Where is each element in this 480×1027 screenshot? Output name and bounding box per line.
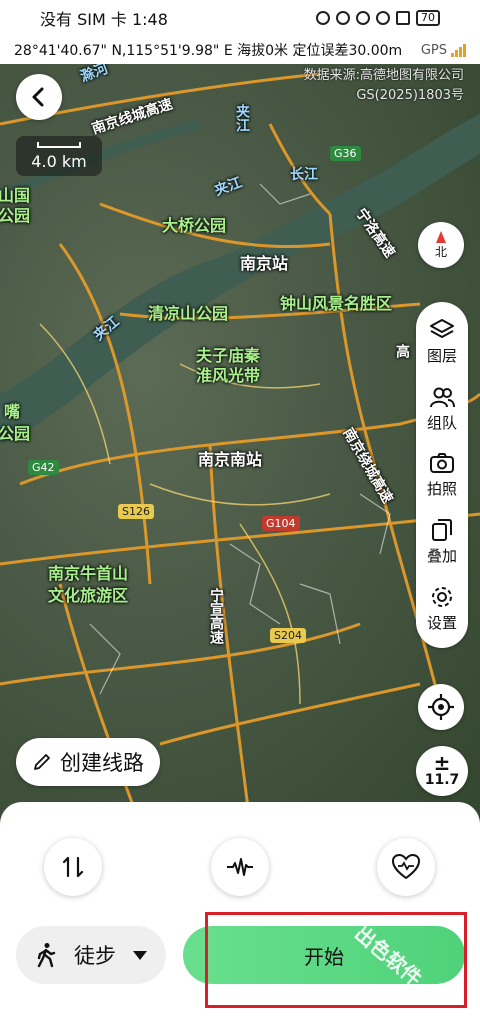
gear-icon xyxy=(431,587,452,608)
map-label-niushou-line1: 南京牛首山 xyxy=(48,564,129,583)
pencil-icon xyxy=(34,754,50,770)
mode-label: 徒步 xyxy=(73,944,116,968)
location-icon xyxy=(356,11,370,25)
north-arrow-icon xyxy=(436,230,446,243)
map-label-edge-3: 嘴 xyxy=(4,402,21,421)
map-scale: 4.0 km xyxy=(16,136,102,176)
status-carrier-time: 没有 SIM 卡 1:48 xyxy=(40,10,168,29)
gps-indicator: GPS xyxy=(421,43,466,58)
team-button[interactable]: 组队 xyxy=(427,384,457,433)
map-tools-panel: 图层 组队 拍照 叠加 设置 xyxy=(416,302,468,648)
zoom-button[interactable]: ± 11.7 xyxy=(416,746,468,796)
road-badge-g104: G104 xyxy=(262,516,300,531)
plus-minus-icon: ± xyxy=(433,751,451,775)
create-route-button[interactable]: 创建线路 xyxy=(16,738,160,786)
activity-button[interactable] xyxy=(211,838,269,896)
map-label-gao: 高 xyxy=(394,344,410,358)
walking-icon xyxy=(37,943,55,968)
map-label-fuzimiao-line2: 淮风光带 xyxy=(196,366,261,385)
settings-label: 设置 xyxy=(426,614,457,633)
swap-vertical-icon xyxy=(62,856,84,878)
photo-button[interactable]: 拍照 xyxy=(427,450,457,499)
map-label-edge-2: 公园 xyxy=(0,206,31,225)
road-badge-g36: G36 xyxy=(330,146,361,161)
road-badge-s204: S204 xyxy=(270,628,306,643)
map-credit: 数据来源:高德地图有限公司 GS(2025)1803号 xyxy=(304,66,464,106)
dropdown-arrow-icon xyxy=(133,950,148,960)
coordinate-readout: 28°41'40.67" N,115°51'9.98" E 海拔0米 定位误差3… xyxy=(14,43,403,59)
status-bar: 没有 SIM 卡 1:48 70 xyxy=(0,0,480,36)
eye-icon xyxy=(316,11,330,25)
battery-level: 70 xyxy=(416,10,440,26)
map-view[interactable]: 滁河 南京线城高速 夹江 夹江 长江 大桥公园 宁洛高速 南京站 钟山风景名胜区… xyxy=(0,64,480,824)
scale-label: 4.0 km xyxy=(31,151,87,171)
map-label-qingliang-park: 清凉山公园 xyxy=(148,304,229,323)
waveform-icon xyxy=(227,858,253,876)
road-badge-s126: S126 xyxy=(118,504,154,519)
map-label-ningxuan: 宁宣高速 xyxy=(208,588,224,644)
highlight-box xyxy=(205,912,467,1008)
create-route-label: 创建线路 xyxy=(60,751,144,775)
swap-direction-button[interactable] xyxy=(44,838,102,896)
map-label-nanjing-south: 南京南站 xyxy=(198,450,263,469)
overlay-label: 叠加 xyxy=(426,547,457,566)
back-button[interactable] xyxy=(16,74,62,120)
map-credit-line1: 数据来源:高德地图有限公司 xyxy=(303,68,464,83)
map-label-niushou-line2: 文化旅游区 xyxy=(48,586,129,605)
mode-selector[interactable]: 徒步 xyxy=(16,926,166,984)
settings-button[interactable]: 设置 xyxy=(427,584,457,633)
map-label-nanjing-station: 南京站 xyxy=(240,254,289,273)
map-credit-line2: GS(2025)1803号 xyxy=(356,88,464,103)
layers-button[interactable]: 图层 xyxy=(427,317,457,366)
map-label-zhongshan: 钟山风景名胜区 xyxy=(280,294,393,313)
zoom-level: 11.7 xyxy=(424,772,460,788)
compass-button[interactable]: 北 xyxy=(418,222,464,268)
map-label-changjiang: 长江 xyxy=(290,167,318,183)
team-icon xyxy=(429,387,455,407)
chevron-left-icon xyxy=(32,87,44,107)
heart-rate-icon xyxy=(391,853,421,880)
alert-icon xyxy=(396,11,410,25)
overlay-icon xyxy=(431,519,452,542)
map-label-edge-4: 公园 xyxy=(0,424,31,443)
wifi-icon xyxy=(376,11,390,25)
scale-bar-icon xyxy=(37,141,81,148)
map-label-jiajiang-1: 夹江 xyxy=(234,104,250,132)
layers-icon xyxy=(429,318,454,338)
road-badge-g42: G42 xyxy=(28,460,59,475)
camera-icon xyxy=(429,453,454,474)
layers-label: 图层 xyxy=(426,346,457,365)
photo-label: 拍照 xyxy=(426,480,457,499)
team-label: 组队 xyxy=(426,413,457,432)
heart-rate-button[interactable] xyxy=(377,838,435,896)
status-icons: 70 xyxy=(316,10,440,26)
crosshair-icon xyxy=(428,694,454,720)
gps-signal-icon xyxy=(451,43,466,57)
gps-label: GPS xyxy=(420,42,447,58)
locate-button[interactable] xyxy=(418,684,464,730)
coordinate-bar: 28°41'40.67" N,115°51'9.98" E 海拔0米 定位误差3… xyxy=(0,36,480,64)
map-label-daqiao-park: 大桥公园 xyxy=(162,216,227,235)
compass-label: 北 xyxy=(434,244,447,259)
alarm-icon xyxy=(336,11,350,25)
overlay-button[interactable]: 叠加 xyxy=(427,517,457,566)
